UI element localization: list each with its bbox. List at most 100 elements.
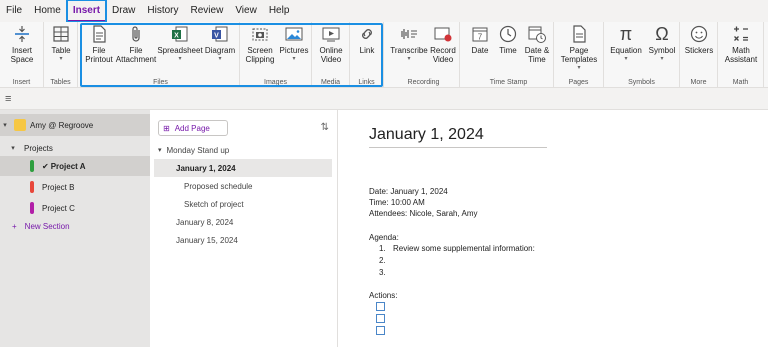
online-video-button[interactable]: Online Video [315, 24, 347, 64]
clock-icon [498, 24, 518, 44]
hamburger-menu-icon[interactable]: ≡ [5, 93, 11, 105]
stickers-button[interactable]: Stickers [683, 24, 715, 55]
file-printout-label: File Printout [85, 46, 113, 64]
insert-space-button[interactable]: Insert Space [4, 24, 40, 64]
group-label-timestamp: Time Stamp [489, 79, 528, 86]
note-attendees-line[interactable]: Attendees: Nicole, Sarah, Amy [369, 208, 478, 219]
list-number: 1. [379, 244, 386, 253]
menu-help[interactable]: Help [263, 0, 296, 22]
page-item-proposed-schedule[interactable]: Proposed schedule [154, 177, 332, 195]
page-item-jan-1[interactable]: January 1, 2024 [154, 159, 332, 177]
note-time-line[interactable]: Time: 10:00 AM [369, 197, 425, 208]
date-label: Date [471, 46, 489, 55]
new-section-button[interactable]: + New Section [0, 216, 150, 236]
group-label-links: Links [358, 79, 375, 86]
screen-clipping-button[interactable]: Screen Clipping [243, 24, 277, 64]
menu-file[interactable]: File [0, 0, 28, 22]
symbol-button[interactable]: Ω Symbol ▾ [646, 24, 678, 64]
group-label-pages: Pages [568, 79, 589, 86]
chevron-down-icon: ▾ [292, 56, 296, 62]
equation-button[interactable]: π Equation ▾ [607, 24, 645, 64]
section-project-a[interactable]: ✔ Project A [0, 156, 150, 176]
agenda-heading[interactable]: Agenda: [369, 232, 399, 243]
notebook-icon [14, 119, 26, 131]
page-item-sketch[interactable]: Sketch of project [154, 195, 332, 213]
link-button[interactable]: Link [353, 24, 381, 55]
ribbon-group-insert: Insert Space Insert [0, 22, 44, 88]
date-time-icon [527, 24, 547, 44]
record-video-button[interactable]: Record Video [428, 24, 458, 64]
page-label: Sketch of project [184, 199, 244, 209]
ribbon-group-timestamp: 7 Date Time Date & Time Time Stamp [464, 22, 554, 88]
sort-icon[interactable]: ⇅ [321, 122, 329, 133]
chevron-down-icon: ▾ [660, 56, 664, 62]
page-templates-button[interactable]: Page Templates ▾ [557, 24, 601, 73]
ribbon-group-tables: Table ▾ Tables [44, 22, 78, 88]
diagram-icon: V [210, 24, 230, 44]
diagram-button[interactable]: V Diagram ▾ [203, 24, 237, 64]
pi-icon: π [619, 23, 633, 44]
section-group-projects[interactable]: ▾ Projects [0, 138, 150, 158]
section-project-b[interactable]: Project B [0, 177, 150, 197]
stickers-label: Stickers [684, 46, 714, 55]
file-printout-button[interactable]: File Printout [84, 24, 114, 64]
chevron-down-icon: ▾ [178, 56, 182, 62]
section-color-tab [30, 160, 34, 172]
spreadsheet-icon: X [170, 24, 190, 44]
chevron-down-icon: ▾ [624, 56, 628, 62]
agenda-item-1[interactable]: 1. Review some supplemental information: [379, 243, 535, 254]
date-time-button[interactable]: Date & Time [522, 24, 552, 64]
transcribe-button[interactable]: Transcribe ▾ [390, 24, 428, 64]
screen-clipping-icon [250, 24, 270, 44]
table-button[interactable]: Table ▾ [47, 24, 75, 64]
file-attachment-button[interactable]: File Attachment [115, 24, 157, 64]
note-date-line[interactable]: Date: January 1, 2024 [369, 186, 448, 197]
math-assistant-button[interactable]: Math Assistant [720, 24, 762, 64]
menu-insert[interactable]: Insert [65, 0, 108, 23]
svg-text:V: V [214, 33, 219, 40]
add-page-button[interactable]: ⊞ Add Page [158, 120, 228, 136]
sub-toolbar: ≡ [0, 88, 768, 110]
agenda-item-2[interactable]: 2. [379, 255, 393, 266]
calendar-icon: 7 [470, 24, 490, 44]
spreadsheet-label: Spreadsheet [157, 46, 203, 55]
action-checkbox[interactable] [376, 326, 385, 335]
add-page-icon: ⊞ [163, 123, 170, 133]
ribbon-group-recording: Transcribe ▾ Record Video Recording [388, 22, 460, 88]
actions-heading[interactable]: Actions: [369, 290, 397, 301]
menu-review[interactable]: Review [185, 0, 230, 22]
date-time-label: Date & Time [524, 46, 550, 64]
notebook-pane: ▾ Amy @ Regroove ▾ Projects ✔ Project A … [0, 110, 150, 347]
ribbon-group-links: Link Links [350, 22, 384, 88]
ribbon-group-pages: Page Templates ▾ Pages [554, 22, 604, 88]
page-item-jan-8[interactable]: January 8, 2024 [154, 213, 332, 231]
menu-history[interactable]: History [141, 0, 184, 22]
chevron-down-icon: ▾ [3, 122, 7, 129]
action-checkbox[interactable] [376, 302, 385, 311]
group-label-more: More [690, 79, 707, 86]
pictures-button[interactable]: Pictures ▾ [278, 24, 310, 64]
notebook-item[interactable]: ▾ Amy @ Regroove [0, 114, 150, 136]
section-color-tab [30, 202, 34, 214]
menu-view[interactable]: View [229, 0, 263, 22]
note-canvas[interactable]: January 1, 2024 Date: January 1, 2024 Ti… [339, 110, 768, 347]
group-label-math: Math [732, 79, 749, 86]
spreadsheet-button[interactable]: X Spreadsheet ▾ [157, 24, 203, 64]
menu-draw[interactable]: Draw [106, 0, 141, 22]
page-item-monday-standup[interactable]: ▾ Monday Stand up [154, 141, 332, 159]
menu-home[interactable]: Home [28, 0, 67, 22]
new-section-label: New Section [24, 221, 70, 231]
list-number: 3. [379, 268, 386, 277]
paperclip-icon [126, 24, 146, 44]
page-item-jan-15[interactable]: January 15, 2024 [154, 231, 332, 249]
action-checkbox[interactable] [376, 314, 385, 323]
online-video-label: Online Video [319, 46, 343, 64]
agenda-item-3[interactable]: 3. [379, 267, 393, 278]
date-button[interactable]: 7 Date [467, 24, 493, 55]
section-project-c[interactable]: Project C [0, 198, 150, 218]
chevron-down-icon: ▾ [59, 56, 63, 62]
page-title[interactable]: January 1, 2024 [369, 126, 484, 144]
time-button[interactable]: Time [495, 24, 521, 55]
math-assistant-icon [731, 24, 751, 44]
omega-icon: Ω [655, 23, 669, 44]
